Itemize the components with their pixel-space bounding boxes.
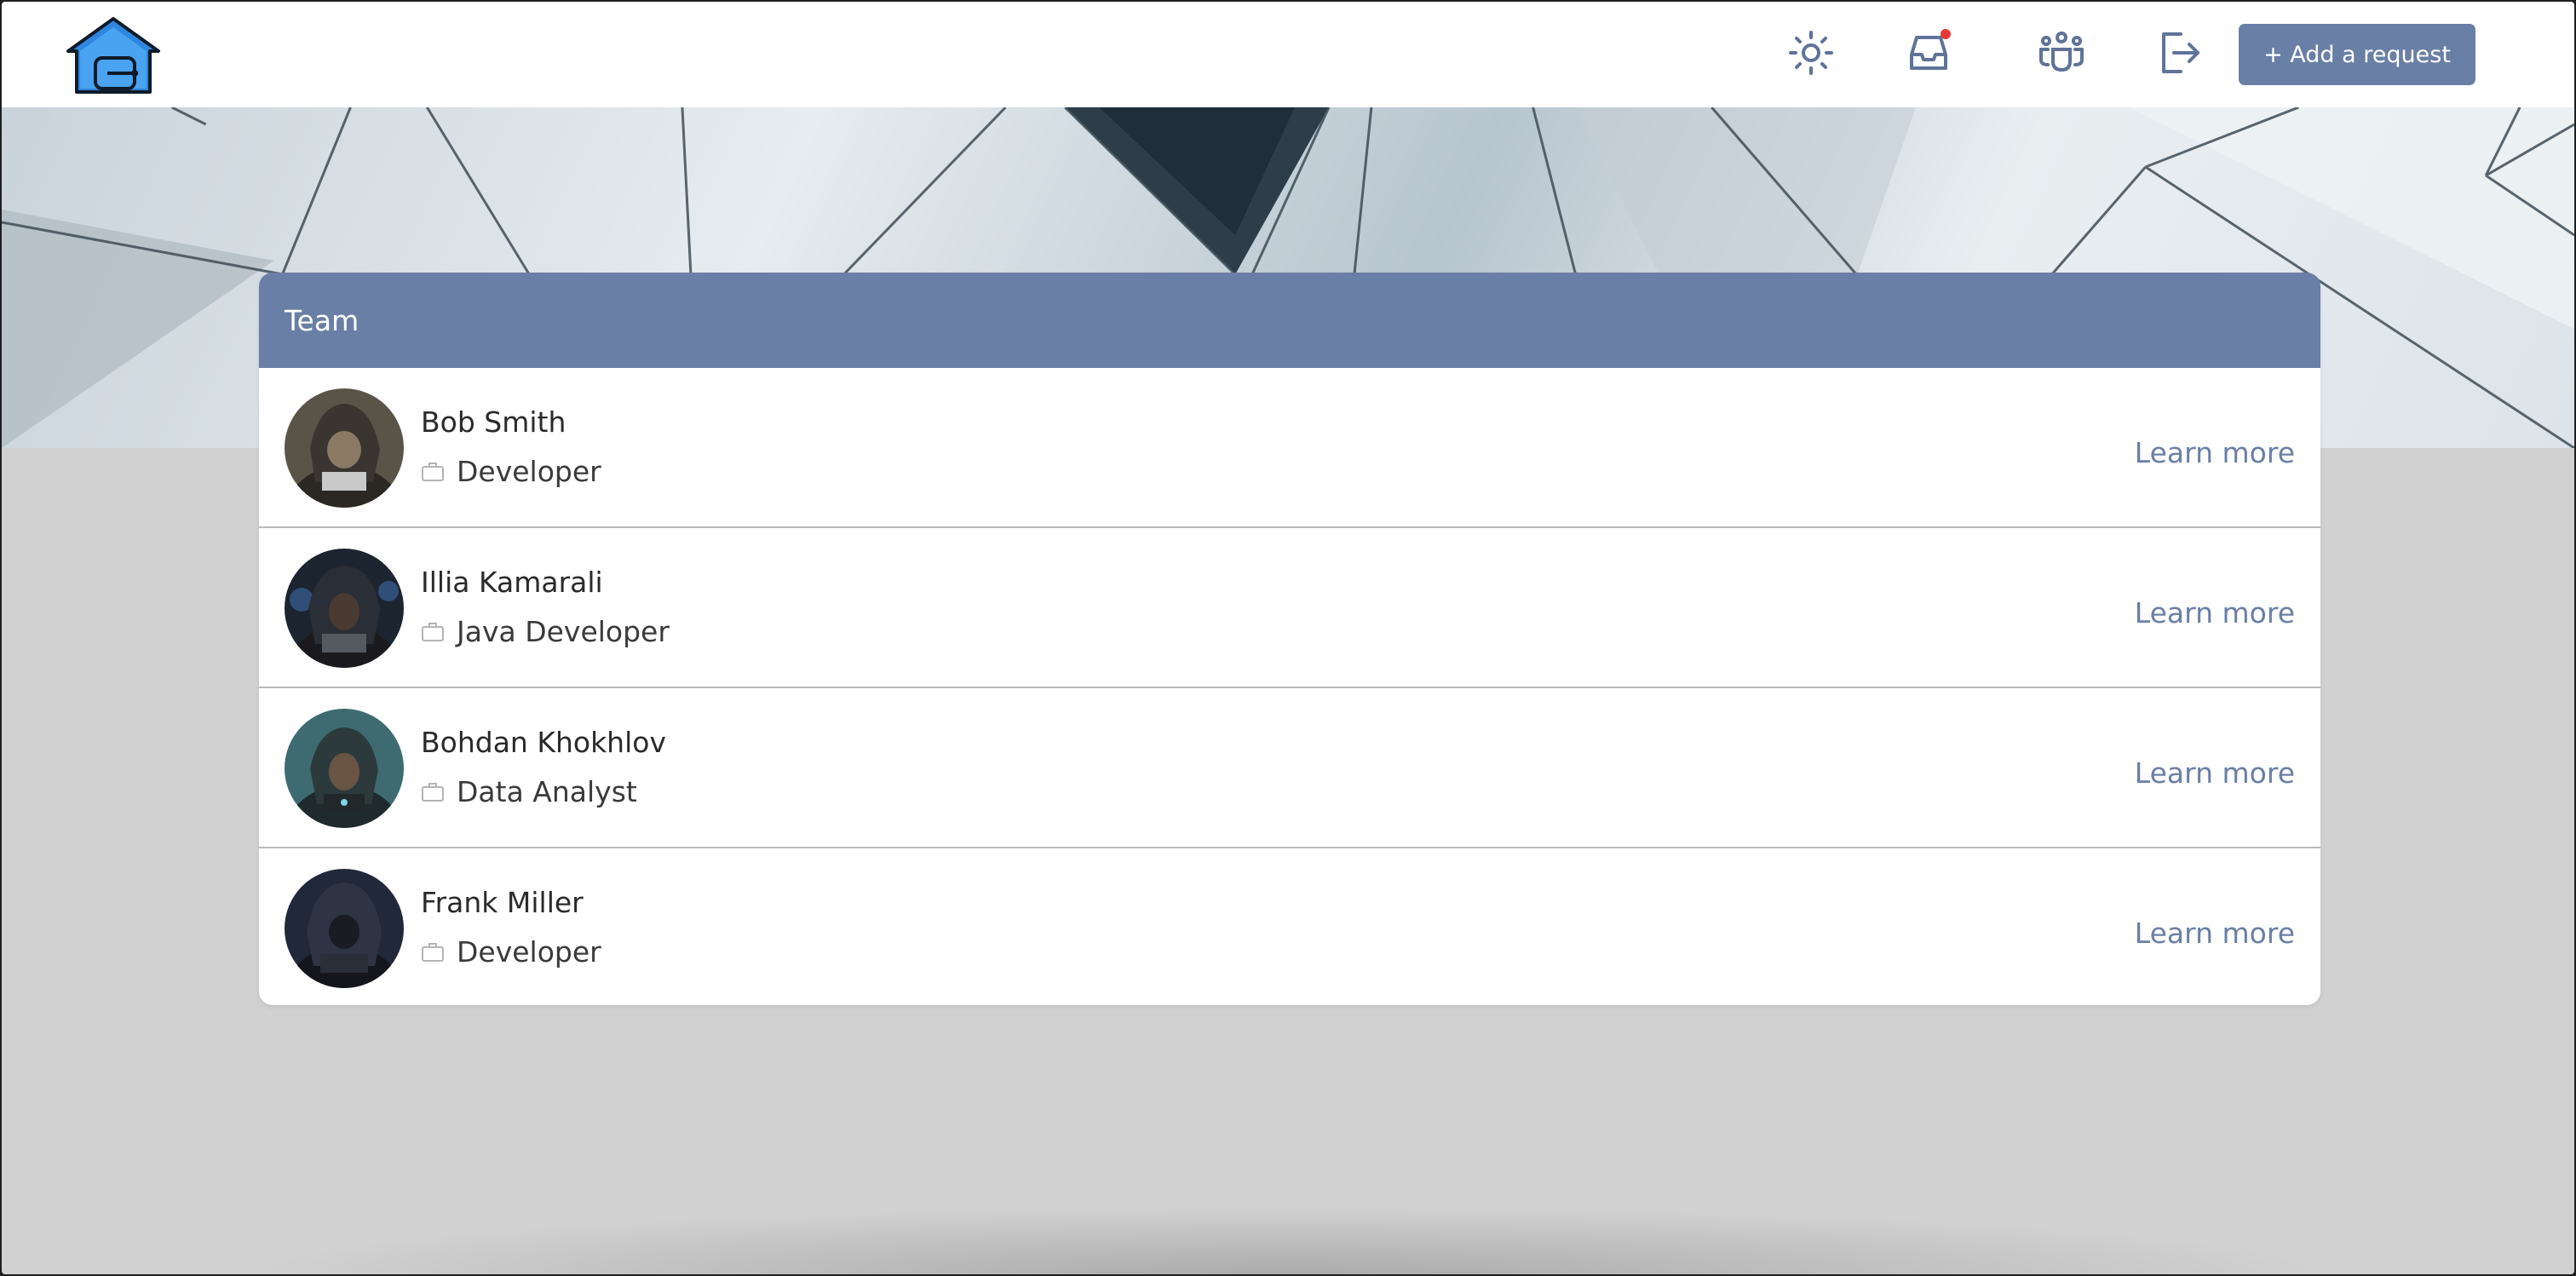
logout-icon[interactable] [2153,27,2205,78]
avatar [285,709,404,828]
add-request-button[interactable]: + Add a request [2239,24,2475,85]
team-member-row: Bob Smith Developer Learn more [259,368,2320,528]
sun-icon[interactable] [1785,27,1837,78]
member-name: Bob Smith [421,405,566,439]
team-card: Team Bob Smith Developer Learn more Illi… [259,273,2320,1005]
team-member-row: Frank Miller Developer Learn more [259,848,2320,1003]
member-role: Data Analyst [421,775,637,808]
member-role-label: Java Developer [457,615,670,648]
avatar [285,869,404,988]
member-name: Bohdan Khokhlov [421,726,666,759]
avatar [285,549,404,668]
home-logo-icon[interactable] [65,15,162,95]
briefcase-icon [422,462,444,481]
member-role-label: Data Analyst [457,775,637,808]
member-name: Frank Miller [421,886,584,919]
team-member-row: Bohdan Khokhlov Data Analyst Learn more [259,688,2320,848]
learn-more-link[interactable]: Learn more [2135,436,2295,469]
briefcase-icon [422,622,444,641]
top-navbar: + Add a request [2,2,2574,107]
avatar [285,388,404,508]
member-name: Illia Kamarali [421,566,603,599]
learn-more-link[interactable]: Learn more [2135,917,2295,950]
team-member-row: Illia Kamarali Java Developer Learn more [259,528,2320,688]
team-icon[interactable] [2036,27,2087,78]
member-role-label: Developer [457,455,601,488]
briefcase-icon [422,782,444,802]
member-role: Developer [421,935,601,968]
notification-dot [1941,29,1951,39]
member-role: Java Developer [421,615,670,648]
member-role-label: Developer [457,935,601,968]
inbox-icon[interactable] [1903,27,1954,78]
app-window: + Add a request Team Bob Smith Developer… [0,0,2576,1276]
team-card-title: Team [259,273,2320,368]
learn-more-link[interactable]: Learn more [2135,756,2295,790]
member-role: Developer [421,455,601,488]
bottom-shadow [240,1206,2336,1274]
learn-more-link[interactable]: Learn more [2135,596,2295,629]
briefcase-icon [422,942,444,962]
